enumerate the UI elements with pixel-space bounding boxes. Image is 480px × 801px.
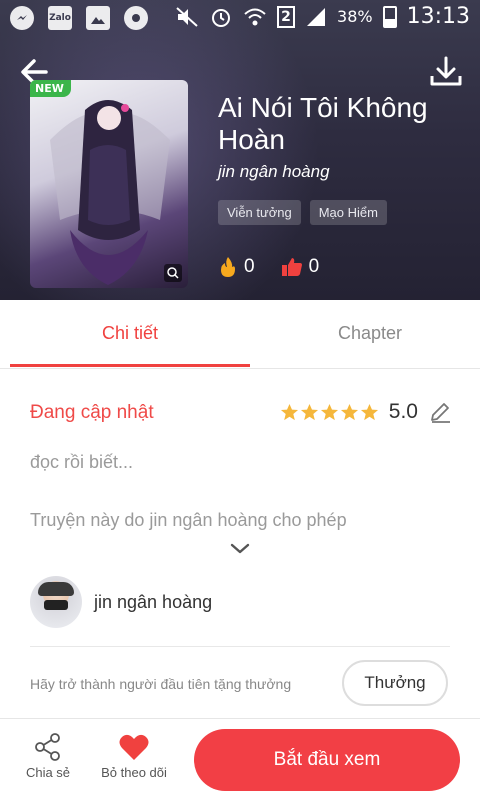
avatar[interactable]	[30, 576, 82, 628]
bottom-bar: Chia sẻ Bỏ theo dõi Bắt đầu xem	[0, 718, 480, 801]
tab-bar: Chi tiết Chapter	[0, 300, 480, 369]
update-status: Đang cập nhật	[30, 402, 154, 423]
like-stat: 0	[281, 256, 320, 278]
story-stats: 0 0	[218, 256, 345, 278]
reward-button[interactable]: Thưởng	[342, 660, 448, 706]
star-icon	[340, 403, 358, 420]
start-reading-button[interactable]: Bắt đầu xem	[194, 729, 460, 791]
tab-details[interactable]: Chi tiết	[10, 300, 250, 366]
clock: 13:13	[406, 4, 470, 29]
thumbs-up-icon	[281, 258, 302, 276]
zoom-icon[interactable]	[164, 264, 182, 282]
download-icon[interactable]	[426, 52, 466, 92]
genre-tags: Viễn tưởng Mạo Hiểm	[218, 200, 387, 225]
alarm-icon	[212, 8, 231, 27]
star-icon	[320, 403, 338, 420]
wifi-icon	[244, 8, 266, 25]
chevron-down-icon[interactable]	[229, 540, 251, 558]
star-icon	[360, 403, 378, 420]
gallery-icon	[86, 6, 110, 30]
star-icon	[280, 403, 298, 420]
battery-icon	[382, 5, 397, 28]
genre-tag[interactable]: Viễn tưởng	[218, 200, 301, 225]
signal-icon	[307, 7, 326, 26]
share-label: Chia sẻ	[25, 765, 71, 780]
story-title: Ai Nói Tôi Không Hoàn	[218, 92, 428, 155]
header-banner: Zalo 2 38% 13:13 NEW Ai Nói Tôi Không Ho…	[0, 0, 480, 300]
uploader-name[interactable]: jin ngân hoàng	[94, 592, 212, 613]
fire-stat: 0	[218, 256, 255, 278]
heart-icon	[119, 734, 149, 760]
genre-tag[interactable]: Mạo Hiểm	[309, 200, 387, 225]
battery-percent: 38%	[337, 7, 373, 26]
sim-indicator: 2	[277, 5, 296, 28]
edit-icon[interactable]	[428, 400, 452, 424]
share-icon	[35, 733, 60, 761]
divider	[30, 646, 450, 647]
description: đọc rồi biết...	[30, 452, 134, 472]
unfollow-label: Bỏ theo dõi	[101, 765, 167, 780]
new-badge: NEW	[30, 80, 71, 97]
rating-value: 5.0	[388, 400, 418, 423]
cover-artwork	[50, 100, 170, 285]
tab-chapter[interactable]: Chapter	[250, 300, 480, 366]
story-author[interactable]: jin ngân hoàng	[218, 162, 330, 182]
star-rating	[280, 403, 379, 422]
mute-icon	[176, 6, 198, 27]
cover-image[interactable]: NEW	[30, 80, 188, 288]
permission-note: Truyện này do jin ngân hoàng cho phép	[30, 510, 347, 530]
messenger-icon	[10, 6, 34, 30]
fire-icon	[221, 257, 235, 277]
star-icon	[300, 403, 318, 420]
unfollow-button[interactable]: Bỏ theo dõi	[94, 729, 174, 780]
status-bar: Zalo 2 38% 13:13	[0, 0, 480, 38]
like-count: 0	[308, 256, 320, 277]
reward-prompt: Hãy trở thành người đầu tiên tặng thưởng	[30, 676, 292, 692]
zalo-icon: Zalo	[48, 6, 72, 30]
share-button[interactable]: Chia sẻ	[8, 729, 88, 780]
active-tab-indicator	[10, 364, 250, 367]
uploader[interactable]: jin ngân hoàng	[30, 576, 212, 628]
fire-count: 0	[244, 256, 255, 277]
rating: 5.0	[280, 400, 452, 424]
chat-icon	[124, 6, 148, 30]
